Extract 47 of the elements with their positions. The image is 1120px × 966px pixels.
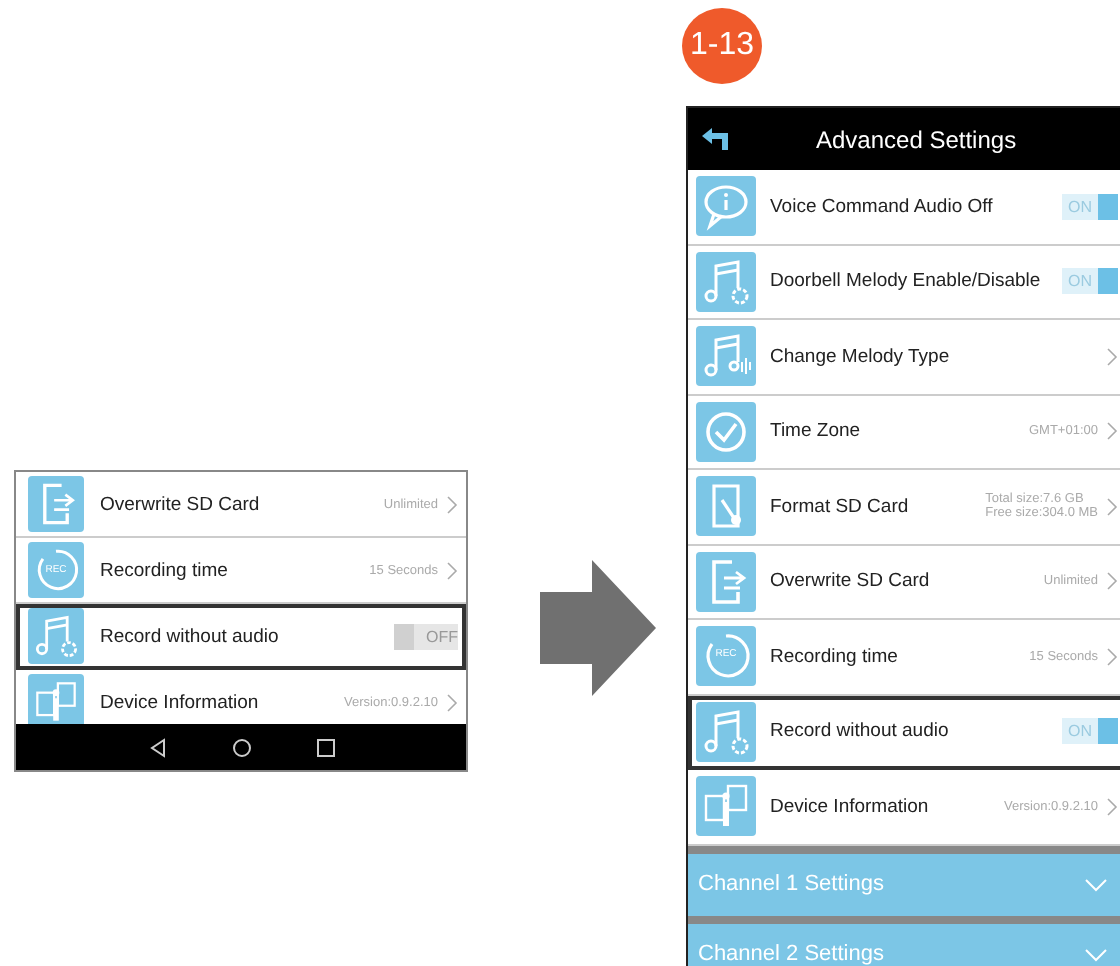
setting-icon [696, 701, 756, 762]
setting-icon [696, 251, 756, 312]
chevron-right-icon [1106, 570, 1118, 593]
chevron-right-icon [446, 559, 458, 581]
setting-label: Overwrite SD Card [770, 570, 930, 593]
setting-icon [696, 401, 756, 462]
setting-label: Doorbell Melody Enable/Disable [770, 270, 1041, 293]
setting-icon [28, 476, 84, 532]
screen-title: Advanced Settings [816, 125, 1017, 153]
setting-label: Recording time [770, 645, 898, 668]
chevron-right-icon [446, 493, 458, 515]
setting-label: Overwrite SD Card [100, 493, 260, 515]
setting-label: Change Melody Type [770, 345, 950, 368]
home-icon[interactable] [231, 737, 251, 757]
chevron-down-icon [1084, 947, 1108, 961]
chevron-right-icon [1106, 345, 1118, 368]
chevron-right-icon [1106, 495, 1118, 518]
setting-label: Time Zone [770, 420, 861, 443]
settings-row[interactable]: Record without audio OFF [16, 604, 466, 670]
setting-icon [696, 176, 756, 237]
settings-row[interactable]: Voice Command Audio Off ON [688, 170, 1120, 245]
setting-icon [28, 608, 84, 664]
setting-label: Device Information [100, 691, 259, 713]
setting-label: Device Information [770, 795, 929, 818]
setting-label: Record without audio [770, 720, 949, 743]
recents-icon[interactable] [315, 737, 335, 757]
settings-row[interactable]: Record without audio ON [688, 695, 1120, 770]
chevron-down-icon [1084, 877, 1108, 891]
chevron-right-icon [1106, 645, 1118, 668]
setting-label: Voice Command Audio Off [770, 195, 993, 218]
back-arrow-icon[interactable] [700, 127, 732, 151]
setting-label: Recording time [100, 559, 228, 581]
back-icon[interactable] [147, 737, 167, 757]
setting-icon [696, 551, 756, 612]
step-badge: 1-13 [682, 8, 762, 84]
chevron-right-icon [1106, 420, 1118, 443]
setting-label: Record without audio [100, 625, 279, 647]
chevron-right-icon [446, 691, 458, 713]
setting-icon [28, 674, 84, 724]
chevron-right-icon [1106, 795, 1118, 818]
arrow-icon [540, 560, 656, 696]
setting-icon [696, 476, 756, 537]
settings-row[interactable]: Doorbell Melody Enable/Disable ON [688, 245, 1120, 320]
settings-row[interactable]: Change Melody Type [688, 320, 1120, 395]
setting-label: Format SD Card [770, 495, 909, 518]
setting-icon [696, 326, 756, 387]
setting-icon [696, 776, 756, 837]
